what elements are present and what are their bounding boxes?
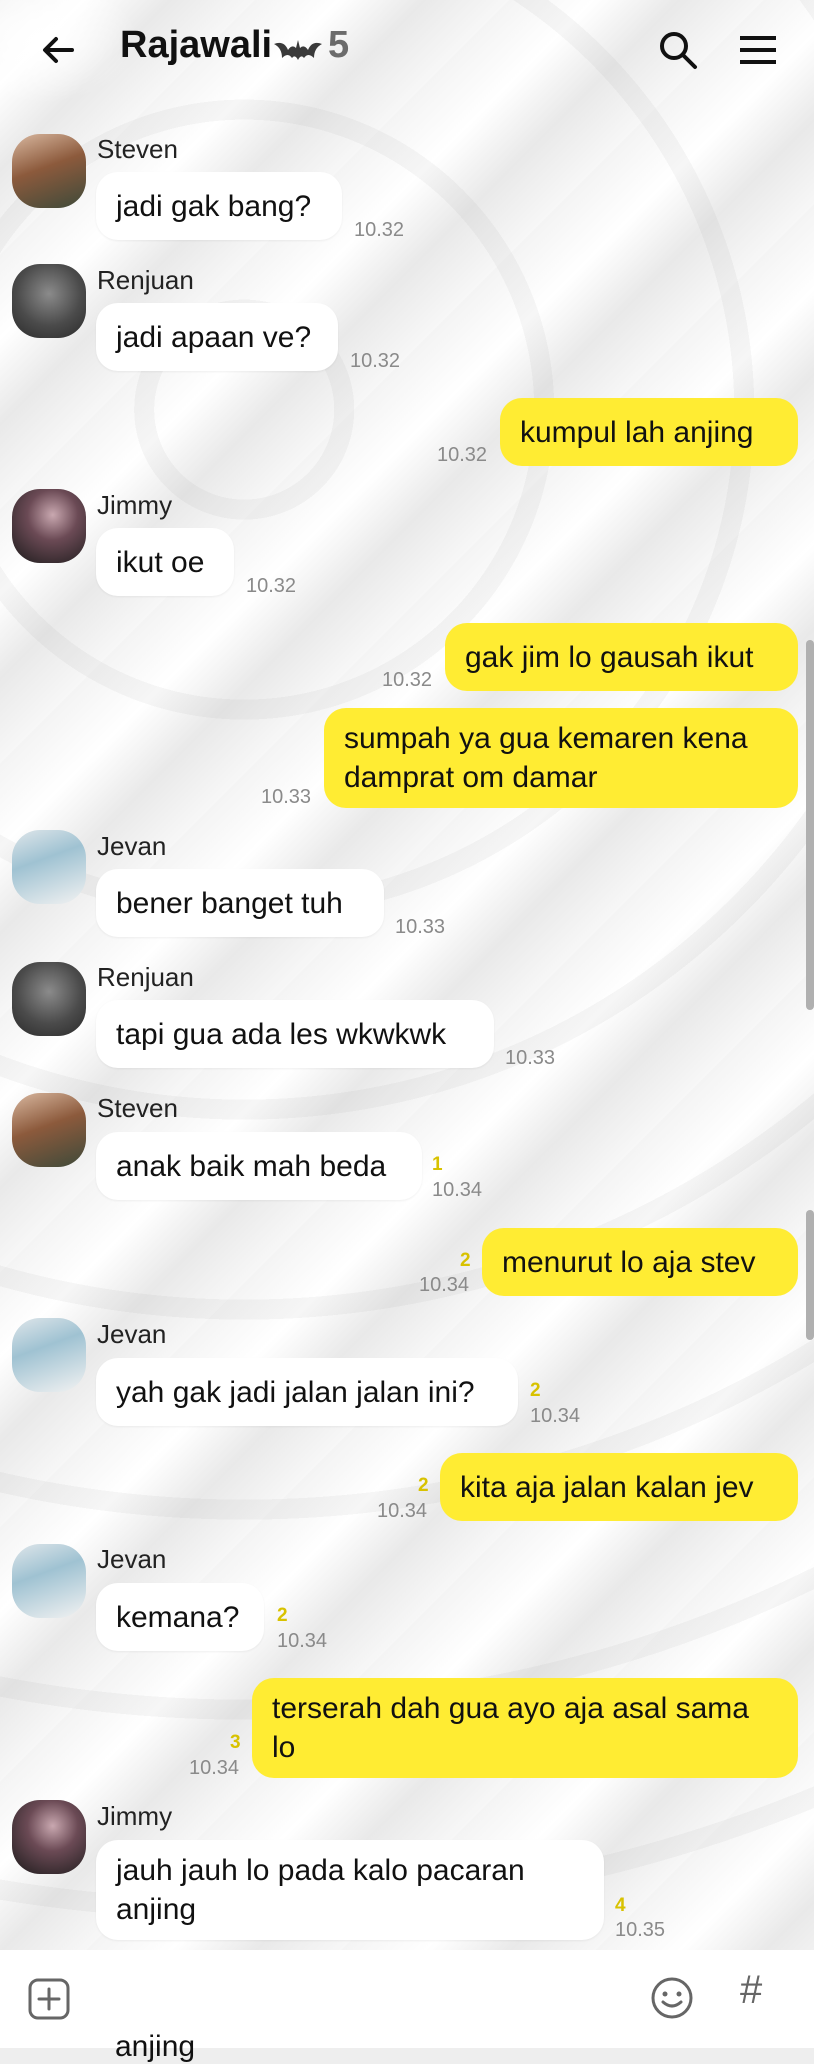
- message-bubble[interactable]: kita aja jalan kalan jev: [440, 1453, 798, 1521]
- message-bubble[interactable]: jadi gak bang?: [96, 172, 342, 240]
- sender-name: Jevan: [97, 831, 167, 861]
- message-time: 10.34: [377, 1500, 428, 1522]
- avatar[interactable]: [12, 264, 86, 338]
- unread-count: 4: [615, 1895, 626, 1916]
- message-bubble[interactable]: jauh jauh lo pada kalo pacaran anjing: [96, 1840, 604, 1940]
- scrollbar[interactable]: [806, 1210, 814, 1340]
- message-time: 10.32: [437, 444, 488, 466]
- message-bubble[interactable]: tapi gua ada les wkwkwk: [96, 1000, 494, 1068]
- avatar[interactable]: [12, 1318, 86, 1392]
- unread-count: 3: [230, 1732, 241, 1753]
- avatar[interactable]: [12, 1544, 86, 1618]
- message-bubble[interactable]: sumpah ya gua kemaren kena damprat om da…: [324, 708, 798, 808]
- unread-count: 1: [432, 1154, 443, 1175]
- avatar[interactable]: [12, 1800, 86, 1874]
- sender-name: Jevan: [97, 1319, 167, 1349]
- message-bubble[interactable]: ikut oe: [96, 528, 234, 596]
- message-time: 10.32: [354, 219, 405, 241]
- message-time: 10.34: [419, 1274, 470, 1296]
- message-bubble[interactable]: yah gak jadi jalan jalan ini?: [96, 1358, 518, 1426]
- menu-icon[interactable]: [736, 28, 780, 72]
- unread-count: 2: [277, 1605, 288, 1626]
- bat-emoji-icon: [274, 40, 322, 60]
- chat-header: Rajawali 5: [0, 0, 814, 100]
- message-time: 10.33: [395, 916, 446, 938]
- unread-count: 2: [460, 1250, 471, 1271]
- message-bubble[interactable]: bener banget tuh: [96, 869, 384, 937]
- chat-title[interactable]: Rajawali: [120, 24, 272, 67]
- sender-name: Renjuan: [97, 265, 194, 295]
- message-time: 10.33: [261, 786, 312, 808]
- scrollbar[interactable]: [806, 640, 814, 1010]
- unread-count: 2: [530, 1380, 541, 1401]
- message-bubble[interactable]: terserah dah gua ayo aja asal sama lo: [252, 1678, 798, 1778]
- sender-name: Steven: [97, 134, 178, 164]
- message-time: 10.32: [350, 350, 401, 372]
- member-count: 5: [328, 24, 350, 66]
- message-bubble[interactable]: jadi apaan ve?: [96, 303, 338, 371]
- message-bubble[interactable]: gak jim lo gausah ikut: [445, 623, 798, 691]
- back-arrow-icon[interactable]: [36, 28, 80, 72]
- sender-name: Renjuan: [97, 962, 194, 992]
- message-bubble[interactable]: kemana?: [96, 1583, 264, 1651]
- search-icon[interactable]: [656, 28, 700, 72]
- message-time: 10.33: [505, 1047, 556, 1069]
- message-bubble[interactable]: kumpul lah anjing: [500, 398, 798, 466]
- avatar[interactable]: [12, 962, 86, 1036]
- hashtag-search-icon[interactable]: #: [740, 1968, 762, 2013]
- message-time: 10.32: [382, 669, 433, 691]
- avatar[interactable]: [12, 1093, 86, 1167]
- avatar[interactable]: [12, 830, 86, 904]
- message-time: 10.34: [530, 1405, 581, 1427]
- unread-count: 2: [418, 1475, 429, 1496]
- sender-name: Steven: [97, 1093, 178, 1123]
- message-time: 10.32: [246, 575, 297, 597]
- avatar[interactable]: [12, 489, 86, 563]
- message-time: 10.35: [615, 1919, 666, 1941]
- message-bubble[interactable]: anak baik mah beda: [96, 1132, 422, 1200]
- message-time: 10.34: [189, 1757, 240, 1779]
- input-preview-text: anjing: [115, 2030, 196, 2063]
- add-attachment-icon[interactable]: [28, 1978, 70, 2020]
- message-time: 10.34: [432, 1179, 483, 1201]
- avatar[interactable]: [12, 134, 86, 208]
- emoji-icon[interactable]: [650, 1976, 694, 2020]
- sender-name: Jimmy: [97, 490, 173, 520]
- sender-name: Jimmy: [97, 1801, 173, 1831]
- sender-name: Jevan: [97, 1544, 167, 1574]
- message-bubble[interactable]: menurut lo aja stev: [482, 1228, 798, 1296]
- message-time: 10.34: [277, 1630, 328, 1652]
